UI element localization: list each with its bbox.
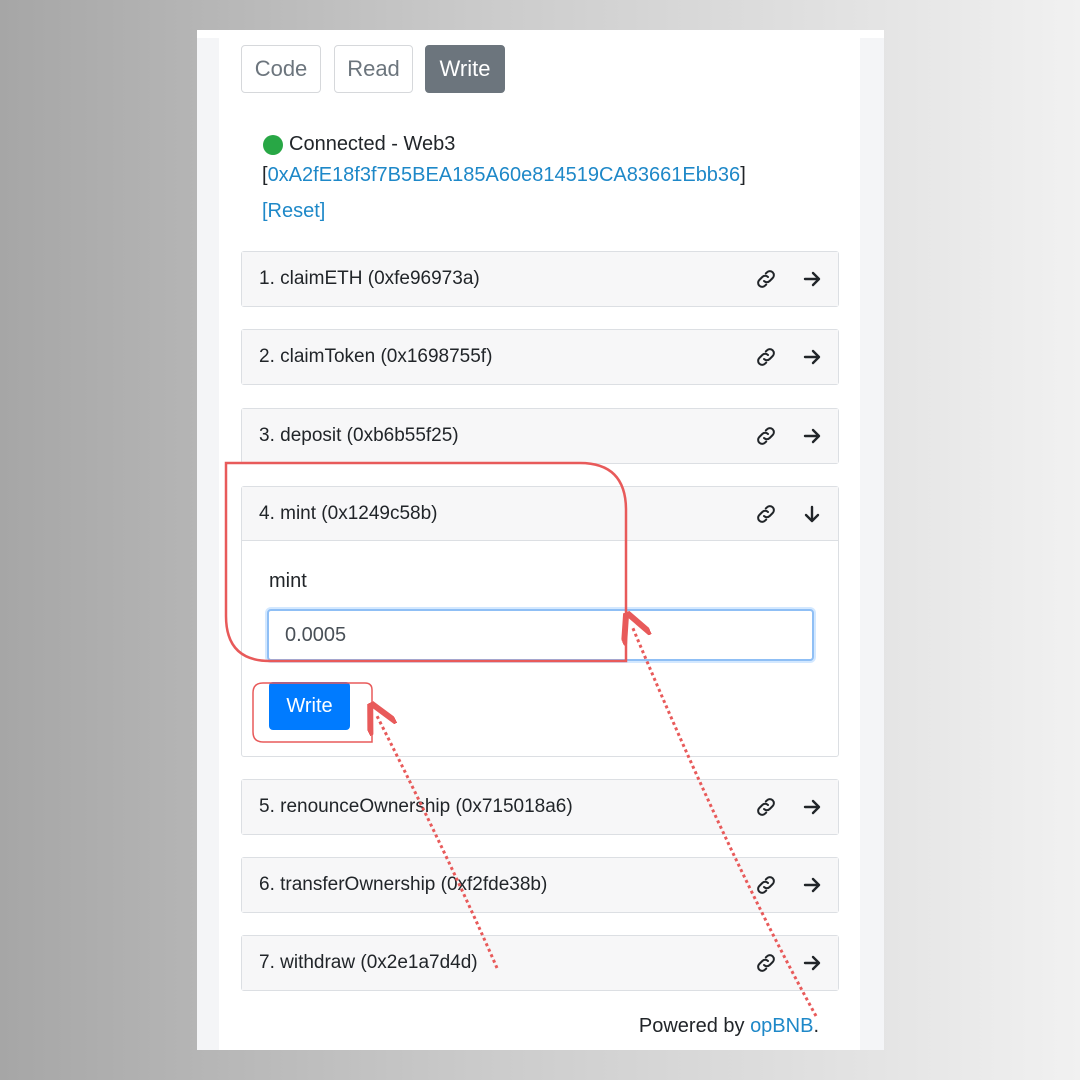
link-icon[interactable]: [754, 424, 778, 448]
status-dot-icon: [263, 134, 283, 155]
link-icon[interactable]: [754, 951, 778, 975]
link-icon[interactable]: [754, 502, 778, 526]
arrow-down-icon[interactable]: [800, 502, 824, 526]
function-header[interactable]: 6. transferOwnership (0xf2fde38b): [242, 858, 838, 912]
mint-field-label: mint: [269, 570, 307, 592]
function-header[interactable]: 1. claimETH (0xfe96973a): [242, 252, 838, 306]
function-header[interactable]: 5. renounceOwnership (0x715018a6): [242, 780, 838, 834]
function-card-renounceownership[interactable]: 5. renounceOwnership (0x715018a6): [241, 779, 839, 835]
mint-value-input[interactable]: [267, 609, 814, 661]
connection-status: Connected - Web3: [263, 133, 455, 156]
arrow-right-icon[interactable]: [800, 345, 824, 369]
arrow-right-icon[interactable]: [800, 795, 824, 819]
function-label: 1. claimETH (0xfe96973a): [259, 268, 480, 289]
reset-link[interactable]: [Reset]: [262, 200, 325, 223]
tab-read[interactable]: Read: [334, 45, 413, 93]
function-label: 7. withdraw (0x2e1a7d4d): [259, 952, 478, 973]
powered-period: .: [813, 1015, 819, 1037]
tab-write[interactable]: Write: [425, 45, 505, 93]
left-rail: [197, 38, 219, 1050]
function-card-claimtoken[interactable]: 2. claimToken (0x1698755f): [241, 329, 839, 385]
function-header[interactable]: 3. deposit (0xb6b55f25): [242, 409, 838, 463]
wallet-address-link[interactable]: 0xA2fE18f3f7B5BEA185A60e814519CA83661Ebb…: [268, 164, 741, 186]
arrow-right-icon[interactable]: [800, 873, 824, 897]
link-icon[interactable]: [754, 873, 778, 897]
function-label: 5. renounceOwnership (0x715018a6): [259, 796, 573, 817]
arrow-right-icon[interactable]: [800, 267, 824, 291]
bracket-close: ]: [740, 164, 746, 186]
connection-status-text: Connected - Web3: [289, 133, 456, 155]
opbnb-link[interactable]: opBNB: [750, 1015, 813, 1037]
wallet-address: [0xA2fE18f3f7B5BEA185A60e814519CA83661Eb…: [262, 164, 746, 187]
function-label: 3. deposit (0xb6b55f25): [259, 425, 459, 446]
function-header[interactable]: 4. mint (0x1249c58b): [242, 487, 838, 541]
function-card-transferownership[interactable]: 6. transferOwnership (0xf2fde38b): [241, 857, 839, 913]
function-card-claimeth[interactable]: 1. claimETH (0xfe96973a): [241, 251, 839, 307]
write-button[interactable]: Write: [269, 682, 350, 730]
powered-by: Powered by opBNB.: [639, 1015, 819, 1038]
tab-code[interactable]: Code: [241, 45, 321, 93]
link-icon[interactable]: [754, 267, 778, 291]
link-icon[interactable]: [754, 345, 778, 369]
arrow-right-icon[interactable]: [800, 951, 824, 975]
powered-by-text: Powered by: [638, 1015, 751, 1037]
function-label: 6. transferOwnership (0xf2fde38b): [259, 874, 548, 895]
function-card-deposit[interactable]: 3. deposit (0xb6b55f25): [241, 408, 839, 464]
function-label: 2. claimToken (0x1698755f): [259, 346, 493, 367]
arrow-right-icon[interactable]: [800, 424, 824, 448]
right-rail: [860, 38, 884, 1050]
function-header[interactable]: 7. withdraw (0x2e1a7d4d): [242, 936, 838, 990]
function-header[interactable]: 2. claimToken (0x1698755f): [242, 330, 838, 384]
link-icon[interactable]: [754, 795, 778, 819]
function-card-withdraw[interactable]: 7. withdraw (0x2e1a7d4d): [241, 935, 839, 991]
function-label: 4. mint (0x1249c58b): [259, 502, 438, 524]
